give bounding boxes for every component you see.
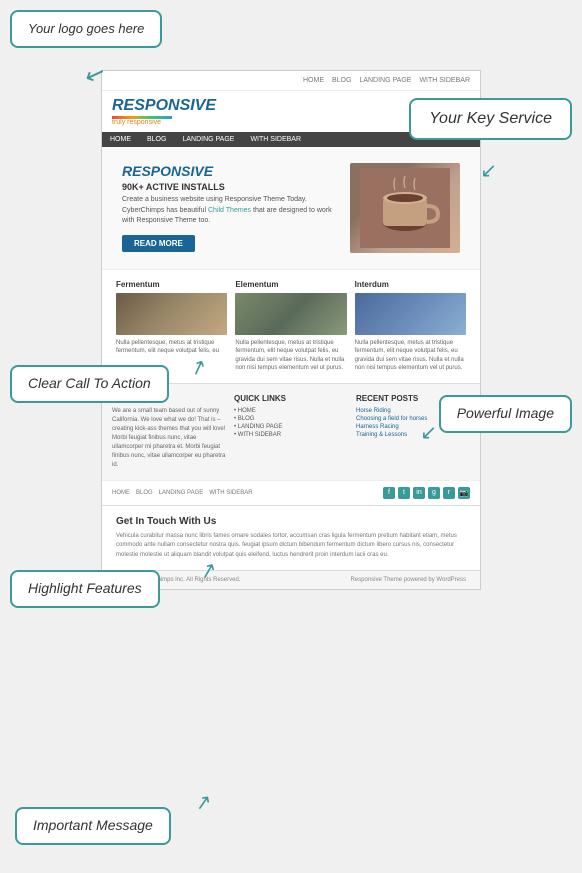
linkedin-icon[interactable]: in [413, 487, 425, 499]
footer-widget-about: ABOUT US We are a small team based out o… [112, 394, 226, 470]
hero-text-area: RESPONSIVE 90K+ ACTIVE INSTALLS Create a… [122, 163, 338, 252]
feature-item-2: Elementum Nulla pellentesque, metus at t… [231, 280, 350, 373]
hero-section: RESPONSIVE 90K+ ACTIVE INSTALLS Create a… [102, 147, 480, 269]
feature-title-2: Elementum [235, 280, 346, 289]
feature-image-3 [355, 293, 466, 335]
main-nav-blog[interactable]: BLOG [139, 132, 174, 147]
bottom-nav-sidebar[interactable]: WITH SIDEBAR [209, 490, 252, 496]
important-message-callout-box: Important Message [15, 807, 171, 845]
contact-title: Get In Touch With Us [116, 516, 466, 527]
quick-links-list: HOME BLOG LANDING PAGE WITH SIDEBAR [234, 407, 348, 439]
feature-image-1 [116, 293, 227, 335]
cta-callout-text: Clear Call To Action [28, 375, 151, 391]
feature-item-3: Interdum Nulla pellentesque, metus at tr… [351, 280, 470, 373]
top-nav-bar: HOME BLOG LANDING PAGE WITH SIDEBAR [102, 71, 480, 91]
important-message-callout-text: Important Message [33, 817, 153, 833]
rss-icon[interactable]: r [443, 487, 455, 499]
hero-image-svg [360, 168, 450, 248]
bottom-nav-home[interactable]: HOME [112, 490, 130, 496]
feature-text-1: Nulla pellentesque, metus at tristique f… [116, 339, 227, 356]
contact-text: Vehicula curabitur massa nunc libris fam… [116, 532, 466, 561]
read-more-button[interactable]: READ MORE [122, 235, 195, 252]
child-themes-link[interactable]: Child Themes [208, 207, 251, 214]
key-service-callout-box: Your Key Service [409, 98, 572, 140]
main-nav-home[interactable]: HOME [102, 132, 139, 147]
facebook-icon[interactable]: f [383, 487, 395, 499]
arrow-powerful-img-icon: ↙ [420, 420, 437, 445]
feature-title-3: Interdum [355, 280, 466, 289]
bottom-nav-bar: HOME BLOG LANDING PAGE WITH SIDEBAR f t … [102, 480, 480, 505]
main-nav-sidebar[interactable]: WITH SIDEBAR [242, 132, 309, 147]
logo-callout-text: Your logo goes here [28, 21, 144, 36]
social-icons-group: f t in g r 📷 [383, 487, 470, 499]
feature-text-3: Nulla pellentesque, metus at tristique f… [355, 339, 466, 373]
cta-callout-box: Clear Call To Action [10, 365, 169, 403]
hero-title: RESPONSIVE [122, 163, 338, 179]
nav-link-home[interactable]: HOME [303, 77, 324, 84]
key-service-callout-text: Your Key Service [429, 110, 552, 127]
bottom-nav-blog[interactable]: BLOG [136, 490, 153, 496]
logo-callout-box: Your logo goes here [10, 10, 162, 48]
list-item[interactable]: BLOG [234, 415, 348, 423]
googleplus-icon[interactable]: g [428, 487, 440, 499]
feature-item-1: Fermentum Nulla pellentesque, metus at t… [112, 280, 231, 373]
powerful-image-callout-text: Powerful Image [457, 405, 554, 421]
bottom-nav-links: HOME BLOG LANDING PAGE WITH SIDEBAR [112, 490, 253, 496]
arrow-important-icon: ↗ [193, 789, 214, 817]
hero-description: Create a business website using Responsi… [122, 195, 338, 227]
feature-text-2: Nulla pellentesque, metus at tristique f… [235, 339, 346, 373]
feature-image-2 [235, 293, 346, 335]
nav-link-landing[interactable]: LANDING PAGE [359, 77, 411, 84]
about-widget-text: We are a small team based out of sunny C… [112, 407, 226, 470]
highlight-features-callout-text: Highlight Features [28, 580, 142, 596]
main-nav-landing[interactable]: LANDING PAGE [174, 132, 242, 147]
list-item[interactable]: HOME [234, 407, 348, 415]
footer-widget-quick-links: QUICK LINKS HOME BLOG LANDING PAGE WITH … [234, 394, 348, 470]
nav-link-blog[interactable]: BLOG [332, 77, 351, 84]
feature-title-1: Fermentum [116, 280, 227, 289]
list-item[interactable]: LANDING PAGE [234, 423, 348, 431]
site-logo-text: RESPONSIVE [112, 97, 216, 114]
list-item[interactable]: WITH SIDEBAR [234, 431, 348, 439]
hero-subtitle: 90K+ ACTIVE INSTALLS [122, 182, 338, 192]
bottom-nav-landing[interactable]: LANDING PAGE [159, 490, 204, 496]
powerful-image-callout-box: Powerful Image [439, 395, 572, 433]
hero-image [350, 163, 460, 253]
copyright-right: Responsive Theme powered by WordPress [351, 577, 467, 583]
arrow-key-service-icon: ↙ [480, 158, 497, 183]
logo-subtext: truly responsive [112, 119, 216, 126]
instagram-icon[interactable]: 📷 [458, 487, 470, 499]
nav-link-sidebar[interactable]: WITH SIDEBAR [419, 77, 470, 84]
site-mockup: HOME BLOG LANDING PAGE WITH SIDEBAR RESP… [101, 70, 481, 590]
twitter-icon[interactable]: t [398, 487, 410, 499]
highlight-features-callout-box: Highlight Features [10, 570, 160, 608]
quick-links-title: QUICK LINKS [234, 394, 348, 403]
contact-section: Get In Touch With Us Vehicula curabitur … [102, 505, 480, 571]
